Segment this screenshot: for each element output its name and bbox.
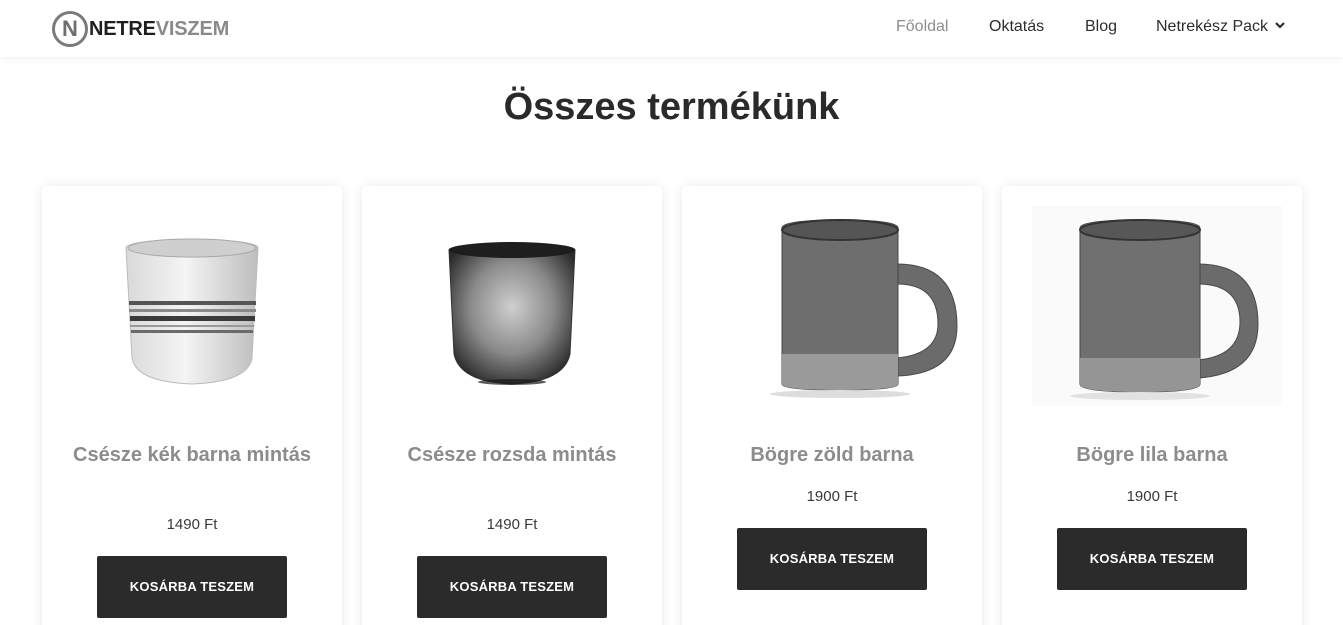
add-to-cart-button[interactable]: KOSÁRBA TESZEM <box>417 556 607 618</box>
logo-text-part1: NETRE <box>89 17 156 40</box>
product-price: 1490 Ft <box>486 516 538 533</box>
product-image-mug-purple-brown[interactable] <box>1022 206 1282 426</box>
product-image-cup-rust[interactable] <box>382 206 642 426</box>
logo-n-icon: N <box>52 11 88 47</box>
product-price: 1490 Ft <box>166 516 218 533</box>
product-name[interactable]: Csésze kék barna mintás <box>72 441 312 469</box>
nav-blog[interactable]: Blog <box>1085 18 1117 36</box>
nav-pack-dropdown[interactable]: Netrekész Pack <box>1156 18 1285 36</box>
logo-wordmark: NETREVISZEM <box>89 18 229 41</box>
logo-text-part2: VISZEM <box>155 17 230 40</box>
add-to-cart-button[interactable]: KOSÁRBA TESZEM <box>97 556 287 618</box>
page-title: Összes termékünk <box>503 86 840 128</box>
nav-pack-label: Netrekész Pack <box>1156 18 1269 35</box>
site-logo[interactable]: N NETREVISZEM <box>52 11 229 47</box>
product-card: Csésze rozsda mintás 1490 Ft KOSÁRBA TES… <box>362 186 662 625</box>
chevron-down-icon <box>1275 22 1285 29</box>
product-card: Csésze kék barna mintás 1490 Ft KOSÁRBA … <box>42 186 342 625</box>
product-name[interactable]: Bögre zöld barna <box>712 441 952 469</box>
site-header: N NETREVISZEM Főoldal Oktatás Blog Netre… <box>0 0 1343 57</box>
product-card: Bögre lila barna 1900 Ft KOSÁRBA TESZEM <box>1002 186 1302 625</box>
product-card: Bögre zöld barna 1900 Ft KOSÁRBA TESZEM <box>682 186 982 625</box>
nav-course[interactable]: Oktatás <box>989 18 1044 36</box>
add-to-cart-button[interactable]: KOSÁRBA TESZEM <box>1057 528 1247 590</box>
product-image-cup-blue-brown[interactable] <box>62 206 322 426</box>
product-name[interactable]: Bögre lila barna <box>1032 441 1272 469</box>
add-to-cart-button[interactable]: KOSÁRBA TESZEM <box>737 528 927 590</box>
product-price: 1900 Ft <box>806 488 858 505</box>
product-image-mug-green-brown[interactable] <box>702 206 962 426</box>
product-price: 1900 Ft <box>1126 488 1178 505</box>
product-name[interactable]: Csésze rozsda mintás <box>392 441 632 469</box>
nav-home[interactable]: Főoldal <box>896 18 948 36</box>
